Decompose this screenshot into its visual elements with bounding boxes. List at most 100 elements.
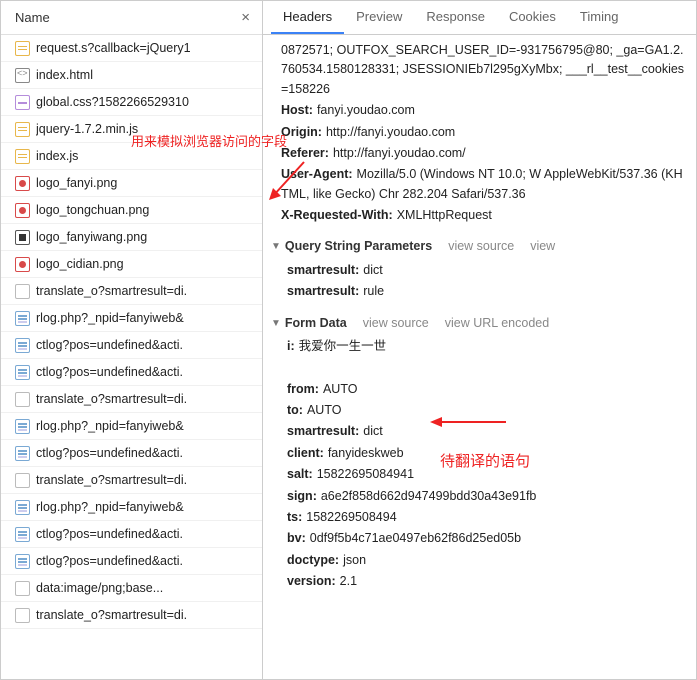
request-row[interactable]: ctlog?pos=undefined&acti. xyxy=(1,332,262,359)
param-row: smartresult:dict xyxy=(287,261,686,280)
request-name: index.js xyxy=(36,149,78,163)
request-row[interactable]: translate_o?smartresult=di. xyxy=(1,602,262,629)
param-key: sign: xyxy=(287,489,317,503)
request-row[interactable]: rlog.php?_npid=fanyiweb& xyxy=(1,413,262,440)
header-row: Referer:http://fanyi.youdao.com/ xyxy=(281,144,686,163)
request-name: ctlog?pos=undefined&acti. xyxy=(36,527,183,541)
toggle-form-data[interactable]: Form Data xyxy=(271,314,347,333)
plain-file-icon xyxy=(15,392,30,407)
close-icon[interactable]: × xyxy=(235,7,256,28)
plain-file-icon xyxy=(15,473,30,488)
css-file-icon xyxy=(15,95,30,110)
headers-tab-content: 0872571; OUTFOX_SEARCH_USER_ID=-93175679… xyxy=(263,35,696,679)
name-column-header: Name xyxy=(15,10,50,25)
view-encoded-link[interactable]: view xyxy=(530,237,555,256)
request-name: ctlog?pos=undefined&acti. xyxy=(36,554,183,568)
request-row[interactable]: index.js xyxy=(1,143,262,170)
param-value: 15822695084941 xyxy=(317,467,414,481)
request-row[interactable]: translate_o?smartresult=di. xyxy=(1,467,262,494)
request-name: translate_o?smartresult=di. xyxy=(36,473,187,487)
param-key: ts: xyxy=(287,510,302,524)
png-r-file-icon xyxy=(15,257,30,272)
net-file-icon xyxy=(15,554,30,569)
net-file-icon xyxy=(15,419,30,434)
request-name: ctlog?pos=undefined&acti. xyxy=(36,338,183,352)
tab-preview[interactable]: Preview xyxy=(344,1,414,34)
network-requests-panel: Name × request.s?callback=jQuery1 index.h… xyxy=(1,1,263,679)
request-row[interactable]: global.css?1582266529310 xyxy=(1,89,262,116)
request-name: translate_o?smartresult=di. xyxy=(36,392,187,406)
param-value: json xyxy=(343,553,366,567)
param-row: doctype: json xyxy=(287,551,686,570)
param-key: to: xyxy=(287,403,303,417)
request-name: index.html xyxy=(36,68,93,82)
request-row[interactable]: translate_o?smartresult=di. xyxy=(1,278,262,305)
tab-cookies[interactable]: Cookies xyxy=(497,1,568,34)
request-row[interactable]: logo_fanyi.png xyxy=(1,170,262,197)
view-source-link[interactable]: view source xyxy=(448,237,514,256)
header-key: X-Requested-With: xyxy=(281,208,393,222)
request-row[interactable]: request.s?callback=jQuery1 xyxy=(1,35,262,62)
request-row[interactable]: logo_tongchuan.png xyxy=(1,197,262,224)
request-name: request.s?callback=jQuery1 xyxy=(36,41,191,55)
png-r-file-icon xyxy=(15,176,30,191)
header-value: fanyi.youdao.com xyxy=(317,103,415,117)
request-row[interactable]: ctlog?pos=undefined&acti. xyxy=(1,440,262,467)
request-name: rlog.php?_npid=fanyiweb& xyxy=(36,500,184,514)
param-key: smartresult: xyxy=(287,284,359,298)
toggle-query[interactable]: Query String Parameters xyxy=(271,237,432,256)
request-row[interactable]: logo_cidian.png xyxy=(1,251,262,278)
param-row: to:AUTO xyxy=(287,401,686,420)
header-key: Host: xyxy=(281,103,313,117)
request-row[interactable]: logo_fanyiwang.png xyxy=(1,224,262,251)
devtools-root: Name × request.s?callback=jQuery1 index.h… xyxy=(0,0,697,680)
param-row: from:AUTO xyxy=(287,380,686,399)
param-row: ts:1582269508494 xyxy=(287,508,686,527)
request-row[interactable]: translate_o?smartresult=di. xyxy=(1,386,262,413)
param-key: client: xyxy=(287,446,324,460)
param-key: from: xyxy=(287,382,319,396)
param-key: smartresult: xyxy=(287,263,359,277)
request-row[interactable]: ctlog?pos=undefined&acti. xyxy=(1,548,262,575)
request-row[interactable]: jquery-1.7.2.min.js xyxy=(1,116,262,143)
param-row: smartresult: dict xyxy=(287,422,686,441)
net-file-icon xyxy=(15,338,30,353)
view-source-link[interactable]: view source xyxy=(363,314,429,333)
header-cookie-fragment: 0872571; OUTFOX_SEARCH_USER_ID=-93175679… xyxy=(281,41,686,99)
tab-response[interactable]: Response xyxy=(414,1,497,34)
request-name: global.css?1582266529310 xyxy=(36,95,189,109)
param-value: 0df9f5b4c71ae0497eb62f86d25ed05b xyxy=(310,531,521,545)
png-r-file-icon xyxy=(15,203,30,218)
request-row[interactable]: data:image/png;base... xyxy=(1,575,262,602)
header-row: User-Agent:Mozilla/5.0 (Windows NT 10.0;… xyxy=(281,165,686,204)
view-url-encoded-link[interactable]: view URL encoded xyxy=(445,314,549,333)
request-name: rlog.php?_npid=fanyiweb& xyxy=(36,311,184,325)
tab-timing[interactable]: Timing xyxy=(568,1,631,34)
param-value: a6e2f858d662d947499bdd30a43e91fb xyxy=(321,489,537,503)
request-list: request.s?callback=jQuery1 index.html glob… xyxy=(1,35,262,679)
net-file-icon xyxy=(15,446,30,461)
plain-file-icon xyxy=(15,608,30,623)
request-row[interactable]: ctlog?pos=undefined&acti. xyxy=(1,521,262,548)
request-name: data:image/png;base... xyxy=(36,581,163,595)
param-row: smartresult:rule xyxy=(287,282,686,301)
js-file-icon xyxy=(15,122,30,137)
plain-file-icon xyxy=(15,581,30,596)
param-key: doctype: xyxy=(287,553,339,567)
request-name: jquery-1.7.2.min.js xyxy=(36,122,138,136)
section-query-string: Query String Parameters view source view xyxy=(271,237,686,256)
tab-headers[interactable]: Headers xyxy=(271,1,344,34)
request-name: logo_fanyiwang.png xyxy=(36,230,147,244)
param-value: dict xyxy=(363,424,382,438)
param-key: smartresult: xyxy=(287,424,359,438)
request-row[interactable]: rlog.php?_npid=fanyiweb& xyxy=(1,305,262,332)
request-row[interactable]: rlog.php?_npid=fanyiweb& xyxy=(1,494,262,521)
request-row[interactable]: ctlog?pos=undefined&acti. xyxy=(1,359,262,386)
param-row xyxy=(287,358,686,377)
request-name: ctlog?pos=undefined&acti. xyxy=(36,446,183,460)
request-name: ctlog?pos=undefined&acti. xyxy=(36,365,183,379)
param-value: 我爱你一生一世 xyxy=(299,339,387,353)
param-row: client:fanyideskweb xyxy=(287,444,686,463)
request-row[interactable]: index.html xyxy=(1,62,262,89)
request-name: logo_cidian.png xyxy=(36,257,124,271)
